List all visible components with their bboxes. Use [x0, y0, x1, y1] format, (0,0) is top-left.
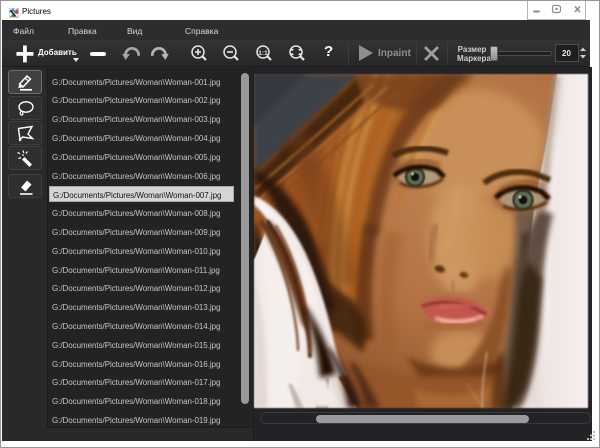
svg-text:1:1: 1:1 [258, 50, 268, 57]
